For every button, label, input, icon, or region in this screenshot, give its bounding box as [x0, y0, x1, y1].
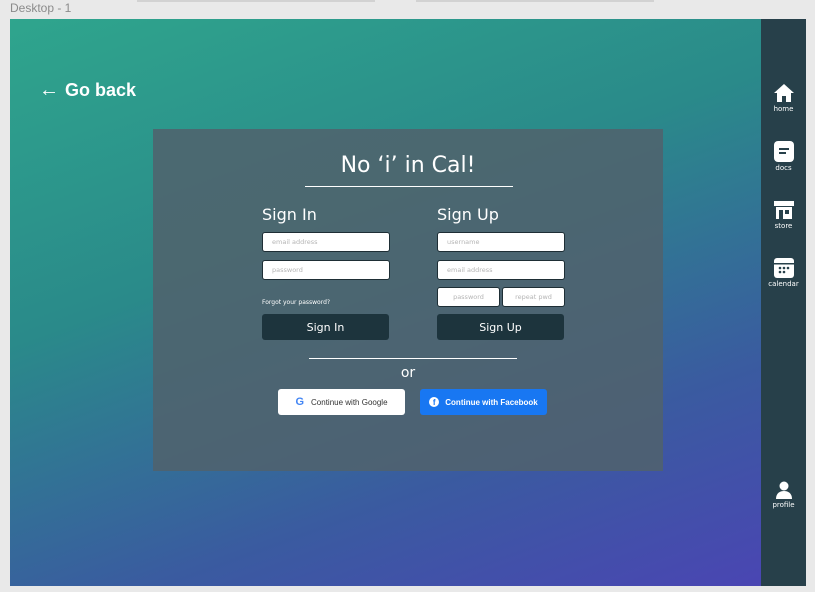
- google-signin-button[interactable]: G Continue with Google: [278, 389, 405, 415]
- store-icon: [773, 201, 794, 219]
- facebook-icon: f: [429, 397, 440, 407]
- google-icon: G: [295, 396, 305, 408]
- facebook-signin-button[interactable]: f Continue with Facebook: [420, 389, 547, 415]
- or-text: or: [400, 365, 416, 381]
- sidebar-item-label: profile: [772, 501, 795, 509]
- signup-password-field[interactable]: password: [437, 287, 500, 307]
- sidebar-item-home[interactable]: home: [761, 83, 806, 113]
- arrow-left-icon: ←: [39, 79, 59, 101]
- go-back-label: Go back: [65, 80, 137, 100]
- home-icon: [773, 84, 794, 102]
- signin-password-field[interactable]: password: [262, 260, 390, 280]
- card-title: No ‘i’ in Cal!: [340, 153, 476, 178]
- go-back-link[interactable]: ← Go back: [39, 79, 136, 102]
- top-tab-right: [416, 0, 654, 2]
- sidebar-item-docs[interactable]: docs: [761, 141, 806, 172]
- signup-repeat-password-field[interactable]: repeat pwd: [502, 287, 565, 307]
- forgot-password-link[interactable]: Forgot your password?: [262, 299, 330, 306]
- facebook-button-label: Continue with Facebook: [445, 397, 538, 407]
- sidebar: home docs store calendar profile: [761, 19, 806, 586]
- title-divider: [305, 186, 513, 187]
- signup-title: Sign Up: [437, 205, 499, 224]
- sidebar-item-label: calendar: [768, 280, 799, 288]
- signin-title: Sign In: [262, 205, 317, 224]
- signin-button[interactable]: Sign In: [262, 314, 389, 340]
- signup-email-field[interactable]: email address: [437, 260, 565, 280]
- frame-label: Desktop - 1: [10, 1, 72, 15]
- or-divider: [309, 358, 517, 359]
- top-tab-left: [137, 0, 375, 2]
- calendar-icon: [773, 258, 794, 278]
- sidebar-item-label: home: [773, 105, 794, 113]
- profile-icon: [775, 481, 792, 499]
- sidebar-item-store[interactable]: store: [761, 200, 806, 230]
- auth-card: No ‘i’ in Cal! Sign In email address pas…: [153, 129, 663, 471]
- signup-username-field[interactable]: username: [437, 232, 565, 252]
- sidebar-item-calendar[interactable]: calendar: [761, 257, 806, 288]
- sidebar-item-label: docs: [775, 164, 792, 172]
- sidebar-item-profile[interactable]: profile: [761, 481, 806, 509]
- docs-icon: [773, 141, 794, 162]
- signin-email-field[interactable]: email address: [262, 232, 390, 252]
- sidebar-item-label: store: [774, 222, 793, 230]
- signup-button[interactable]: Sign Up: [437, 314, 564, 340]
- google-button-label: Continue with Google: [311, 397, 388, 407]
- app-canvas: ← Go back No ‘i’ in Cal! Sign In email a…: [10, 19, 806, 586]
